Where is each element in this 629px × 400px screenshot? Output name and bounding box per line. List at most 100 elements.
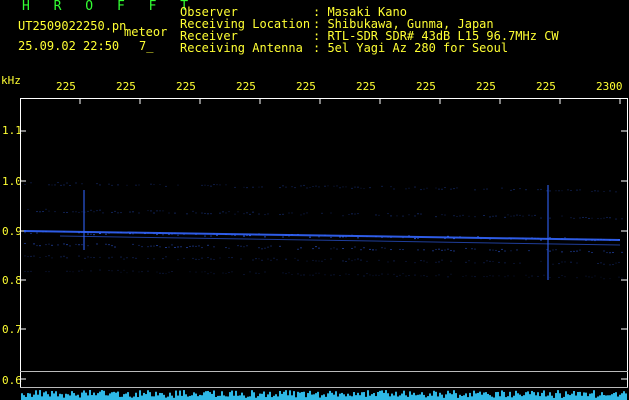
signal-dot	[462, 215, 464, 216]
noise-bar	[437, 396, 439, 400]
noise-bar	[593, 390, 595, 400]
signal-dot	[78, 212, 80, 213]
signal-dot	[276, 259, 278, 260]
signal-dot	[132, 257, 134, 258]
signal-dot	[237, 211, 239, 212]
signal-dot	[576, 190, 578, 191]
signal-dot	[30, 233, 32, 234]
signal-dot	[309, 275, 311, 276]
signal-dot	[108, 184, 110, 185]
signal-dot	[249, 214, 251, 215]
signal-dot	[549, 190, 551, 191]
signal-dot	[63, 256, 65, 257]
signal-dot	[570, 251, 572, 252]
noise-bar	[279, 391, 281, 400]
signal-dot	[303, 185, 305, 186]
noise-bar	[207, 391, 209, 400]
signal-dot	[366, 261, 368, 262]
signal-dot	[42, 211, 44, 212]
noise-bar	[229, 392, 231, 400]
signal-dot	[561, 261, 563, 262]
signal-dot	[120, 212, 122, 213]
signal-dot	[123, 259, 125, 260]
noise-bar	[111, 392, 113, 400]
signal-dot	[87, 245, 89, 246]
signal-dot	[369, 187, 371, 188]
signal-dot	[486, 189, 488, 190]
signal-dot	[69, 271, 71, 272]
noise-bar	[545, 396, 547, 400]
noise-bar	[427, 396, 429, 400]
signal-dot	[558, 277, 560, 278]
signal-dot	[357, 237, 359, 238]
signal-dot	[117, 184, 119, 185]
signal-dot	[282, 214, 284, 215]
signal-dot	[60, 185, 62, 186]
noise-bar	[551, 396, 553, 400]
signal-dot	[588, 251, 590, 252]
signal-dot	[111, 212, 113, 213]
signal-dot	[159, 246, 161, 247]
noise-bar	[625, 393, 627, 400]
signal-dot	[201, 213, 203, 214]
noise-bar	[47, 394, 49, 400]
noise-bar	[515, 391, 517, 400]
signal-dot	[450, 189, 452, 190]
signal-dot	[507, 214, 509, 215]
noise-bar	[619, 395, 621, 400]
noise-bar	[231, 391, 233, 400]
signal-dot	[300, 185, 302, 186]
signal-dot	[90, 270, 92, 271]
signal-dot	[195, 259, 197, 260]
signal-dot	[453, 215, 455, 216]
signal-dot	[54, 211, 56, 212]
noise-bar	[599, 395, 601, 400]
noise-bar	[405, 395, 407, 400]
signal-dot	[591, 218, 593, 219]
noise-bar	[337, 397, 339, 400]
signal-dot	[579, 250, 581, 251]
signal-dot	[579, 189, 581, 190]
signal-dot	[345, 273, 347, 274]
signal-dot	[495, 250, 497, 251]
signal-dot	[393, 188, 395, 189]
signal-dot	[327, 185, 329, 186]
noise-bar	[201, 395, 203, 400]
signal-dot	[105, 234, 107, 235]
signal-dot	[243, 246, 245, 247]
noise-bar	[397, 397, 399, 400]
signal-dot	[432, 250, 434, 251]
noise-bar	[97, 393, 99, 400]
signal-dot	[243, 236, 245, 237]
signal-dot	[126, 257, 128, 258]
signal-dot	[93, 211, 95, 212]
signal-dot	[210, 236, 212, 237]
noise-bar	[433, 391, 435, 400]
signal-dot	[192, 211, 194, 212]
noise-bar	[411, 395, 413, 400]
noise-bar	[517, 393, 519, 400]
signal-dot	[255, 258, 257, 259]
noise-bar	[277, 396, 279, 400]
signal-dot	[204, 236, 206, 237]
signal-dot	[243, 274, 245, 275]
signal-dot	[78, 256, 80, 257]
noise-bar	[243, 395, 245, 400]
signal-dot	[555, 249, 557, 250]
noise-bar	[523, 395, 525, 400]
signal-dot	[312, 275, 314, 276]
signal-dot	[213, 246, 215, 247]
signal-dot	[339, 275, 341, 276]
signal-dot	[165, 273, 167, 274]
noise-bar	[147, 390, 149, 400]
signal-dot	[342, 248, 344, 249]
signal-dot	[525, 189, 527, 190]
signal-dot	[258, 214, 260, 215]
noise-bar	[403, 391, 405, 400]
signal-dot	[111, 270, 113, 271]
noise-bar	[347, 394, 349, 400]
noise-bar	[615, 392, 617, 400]
noise-bar	[535, 395, 537, 400]
signal-dot	[261, 186, 263, 187]
noise-bar	[491, 397, 493, 400]
